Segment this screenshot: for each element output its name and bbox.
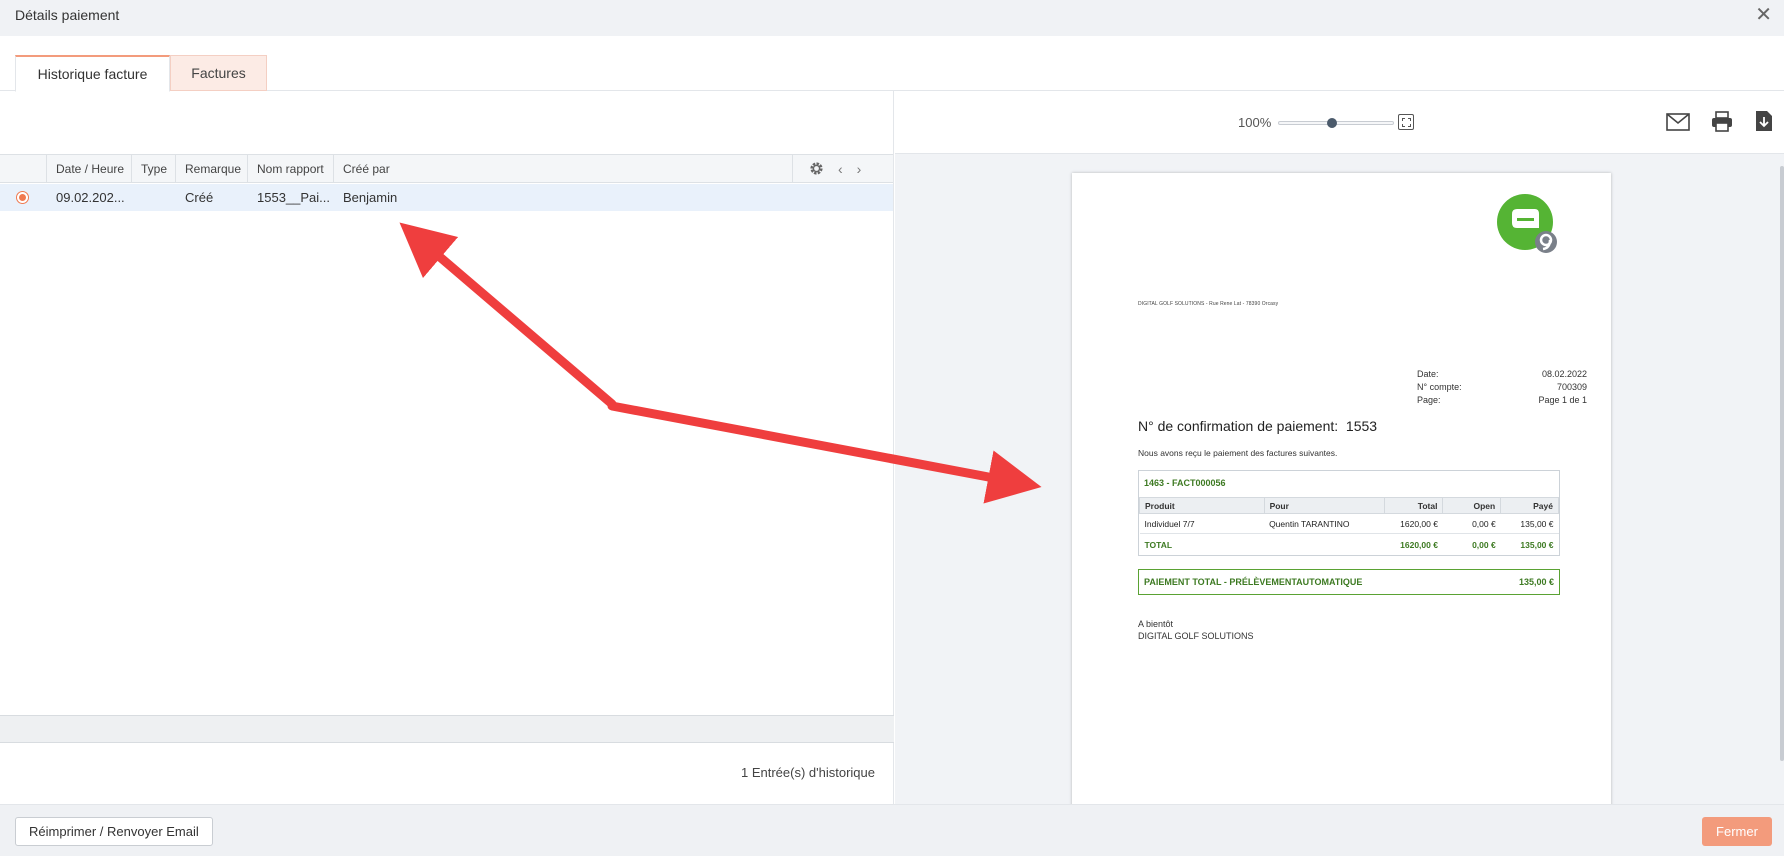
history-count: 1 Entrée(s) d'historique (741, 765, 875, 780)
cell-pour: Quentin TARANTINO (1264, 513, 1385, 534)
invoice-table: Produit Pour Total Open Payé Individuel … (1139, 497, 1559, 556)
download-icon[interactable] (1755, 110, 1773, 132)
zoom-slider[interactable] (1278, 118, 1394, 128)
table-row[interactable]: 09.02.202... Créé 1553__Pai... Benjamin (0, 184, 893, 211)
title-bar: Détails paiement ✕ (0, 0, 1784, 36)
document-viewer: 100% DIGITAL GOLF SOLUTIONS - Rue Rene L… (895, 91, 1784, 813)
col-total: Total (1383, 497, 1444, 514)
tab-bar: Historique facture Factures (0, 36, 1784, 92)
payment-label: PAIEMENT TOTAL - PRÉLÈVEMENTAUTOMATIQUE (1144, 577, 1363, 587)
invoice-row: Individuel 7/7 Quentin TARANTINO 1620,00… (1139, 513, 1559, 534)
window-title: Détails paiement (15, 7, 120, 23)
document-page: DIGITAL GOLF SOLUTIONS - Rue Rene Lat - … (1072, 173, 1611, 813)
print-icon[interactable] (1711, 111, 1733, 132)
payment-total-box: PAIEMENT TOTAL - PRÉLÈVEMENTAUTOMATIQUE … (1138, 569, 1560, 595)
close-button[interactable]: Fermer (1702, 817, 1772, 846)
cell-date: 09.02.202... (56, 190, 125, 205)
tab-historique-facture[interactable]: Historique facture (15, 55, 170, 92)
cell-open: 0,00 € (1442, 513, 1501, 534)
closing-text: A bientôt DIGITAL GOLF SOLUTIONS (1138, 618, 1254, 642)
meta-value: Page 1 de 1 (1538, 395, 1587, 405)
meta-label: Page: (1417, 395, 1441, 405)
sender-address: DIGITAL GOLF SOLUTIONS - Rue Rene Lat - … (1138, 301, 1279, 307)
meta-value: 700309 (1556, 382, 1587, 392)
reprint-resend-button[interactable]: Réimprimer / Renvoyer Email (15, 817, 213, 846)
closing-greeting: A bientôt (1138, 619, 1174, 629)
invoice-title: 1463 - FACT000056 (1144, 478, 1226, 488)
grid-header: Date / Heure Type Remarque Nom rapport C… (0, 154, 893, 183)
header-remarque[interactable]: Remarque (176, 155, 248, 182)
cell-total: 1620,00 € (1384, 513, 1443, 534)
cell-cree-par: Benjamin (343, 190, 398, 205)
zoom-slider-thumb[interactable] (1326, 118, 1337, 128)
zoom-level: 100% (1238, 115, 1272, 130)
confirmation-heading: N° de confirmation de paiement: 1553 (1138, 418, 1378, 434)
invoice-total-row: TOTAL 1620,00 € 0,00 € 135,00 € (1140, 534, 1559, 556)
history-panel: Date / Heure Type Remarque Nom rapport C… (0, 91, 894, 804)
col-open: Open (1442, 497, 1502, 514)
total-paye: 135,00 € (1520, 539, 1554, 550)
closing-company: DIGITAL GOLF SOLUTIONS (1138, 631, 1254, 641)
viewer-toolbar: 100% (895, 91, 1784, 154)
cell-remarque: Créé (185, 190, 214, 205)
email-icon[interactable] (1666, 113, 1690, 131)
gear-icon[interactable] (809, 161, 824, 176)
col-produit: Produit (1139, 497, 1265, 514)
invoice-box: 1463 - FACT000056 Produit Pour Total Ope… (1138, 470, 1560, 556)
document-meta: Date: 08.02.2022 N° compte: 700309 Page: Pa… (1417, 369, 1587, 408)
cell-type (132, 184, 176, 211)
cell-nom-rapport: 1553__Pai... (257, 190, 331, 205)
intro-text: Nous avons reçu le paiement des factures… (1138, 448, 1338, 458)
chevron-left-icon[interactable]: ‹ (838, 161, 843, 177)
total-open: 0,00 € (1472, 539, 1496, 550)
col-paye: Payé (1500, 497, 1559, 514)
close-icon[interactable]: ✕ (1755, 4, 1772, 26)
bottom-bar: Réimprimer / Renvoyer Email Fermer (0, 804, 1784, 856)
fit-page-icon[interactable] (1398, 114, 1414, 130)
header-cree-par[interactable]: Créé par (334, 155, 793, 182)
total-label: TOTAL (1144, 539, 1173, 550)
total-pour (1264, 534, 1384, 556)
grid-footer (0, 715, 894, 743)
company-logo (1497, 194, 1557, 253)
chevron-right-icon[interactable]: › (857, 161, 862, 177)
header-date-heure[interactable]: Date / Heure (47, 155, 132, 182)
header-nom-rapport[interactable]: Nom rapport (248, 155, 334, 182)
row-select-radio[interactable] (16, 191, 29, 204)
cell-paye: 135,00 € (1500, 513, 1559, 534)
total-total: 1620,00 € (1400, 539, 1438, 550)
cell-produit: Individuel 7/7 (1139, 513, 1265, 534)
meta-label: N° compte: (1417, 382, 1462, 392)
tab-factures[interactable]: Factures (170, 55, 267, 91)
payment-amount: 135,00 € (1518, 577, 1554, 587)
header-type[interactable]: Type (132, 155, 176, 182)
meta-value: 08.02.2022 (1541, 369, 1587, 379)
meta-label: Date: (1417, 369, 1439, 379)
grid-tools: ‹ › (793, 155, 893, 182)
col-pour: Pour (1263, 497, 1385, 514)
viewer-scrollbar[interactable] (1780, 166, 1784, 761)
header-select-column (0, 155, 47, 182)
